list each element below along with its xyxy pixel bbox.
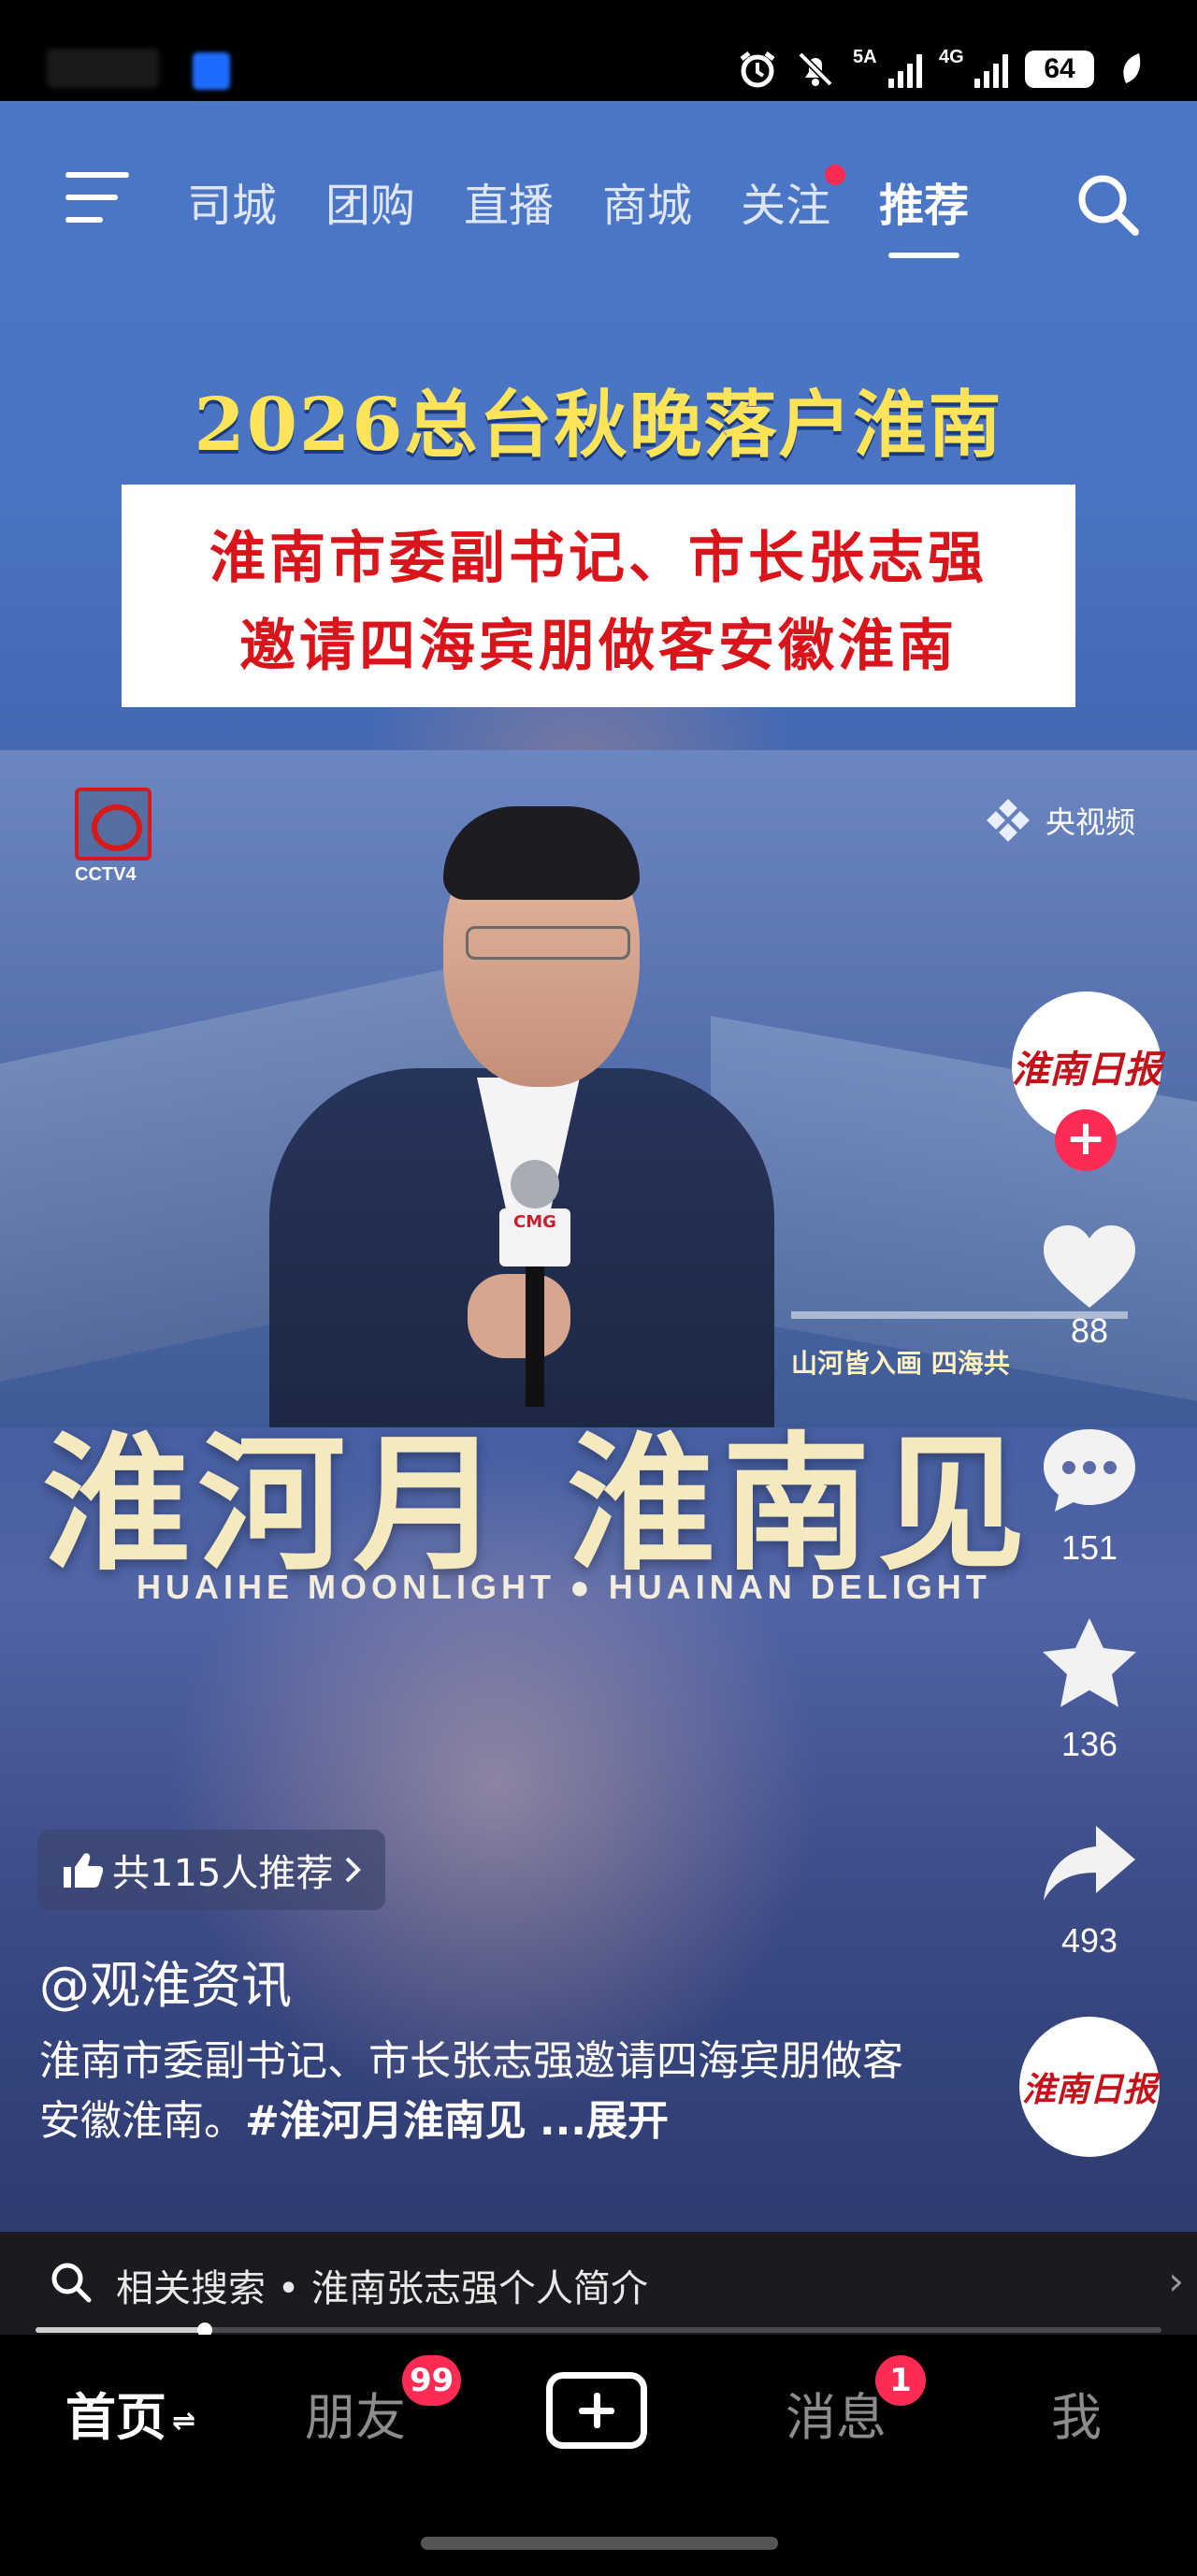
swap-icon: ⇌ [172, 2404, 196, 2438]
microphone: CMG [499, 1160, 570, 1412]
headline-box-line2: 邀请四海宾朋做客安徽淮南 [239, 614, 958, 679]
signal-5a-icon: 5A [853, 47, 922, 88]
video-headline: 2026总台秋晚落户淮南 [194, 383, 1003, 468]
yangshipin-watermark: 央视频 [987, 799, 1135, 842]
music-disc-avatar[interactable]: 淮南日报 [1019, 2017, 1160, 2157]
related-search-text: 相关搜索 • 淮南张志强个人简介 [116, 2267, 649, 2310]
top-nav: 司城 团购 直播 商城 关注 推荐 [0, 150, 1197, 258]
follow-button[interactable]: + [1055, 1109, 1117, 1171]
tab-shangcheng[interactable]: 商城 [602, 168, 692, 234]
like-button[interactable]: 88 [1029, 1222, 1150, 1351]
lower-third-caption: 山河皆入画 四海共 [791, 1348, 1010, 1379]
expand-link[interactable]: ...展开 [540, 2097, 669, 2145]
network-label-5a: 5A [853, 47, 877, 67]
status-icons: 5A 4G 64 [737, 41, 1152, 97]
nav-messages[interactable]: 消息 [786, 2376, 887, 2450]
network-label-4g: 4G [939, 47, 964, 67]
nav-me[interactable]: 我 [1051, 2376, 1102, 2450]
tab-guanzhu[interactable]: 关注 [741, 165, 846, 234]
alarm-icon [737, 49, 778, 90]
notification-dot [825, 165, 846, 185]
tab-tuijian[interactable]: 推荐 [879, 168, 969, 258]
thumbs-up-icon [64, 1853, 103, 1888]
video-progress-bar[interactable] [36, 2323, 1161, 2337]
slogan-english: HUAIHE MOONLIGHT ● HUAINAN DELIGHT [137, 1568, 991, 1606]
top-tabs: 司城 团购 直播 商城 关注 推荐 [187, 165, 969, 258]
headline-box: 淮南市委副书记、市长张志强 邀请四海宾朋做客安徽淮南 [122, 485, 1075, 707]
heart-icon [1044, 1225, 1135, 1308]
cctv4-label: CCTV4 [75, 864, 137, 885]
star-icon [1043, 1618, 1136, 1707]
create-post-button[interactable] [546, 2372, 647, 2449]
search-icon[interactable] [1074, 170, 1143, 239]
chevron-right-icon: › [1168, 2258, 1184, 2304]
nav-me-label: 我 [1051, 2388, 1102, 2447]
share-button[interactable]: 493 [1029, 1820, 1150, 1961]
status-bar: 5A 4G 64 [0, 0, 1197, 101]
tab-zhibo[interactable]: 直播 [464, 168, 554, 234]
share-icon [1044, 1826, 1135, 1901]
battery-indicator: 64 [1025, 51, 1094, 88]
yangshipin-icon [987, 799, 1036, 842]
signal-4g-icon: 4G [939, 47, 1008, 88]
slogan-text: 淮河月 淮南见 [42, 1419, 1033, 1591]
mic-label: CMG [499, 1208, 570, 1266]
nav-friends[interactable]: 朋友 [305, 2376, 406, 2450]
leaf-icon [1111, 49, 1152, 90]
messages-badge: 1 [875, 2355, 926, 2406]
favorite-count: 136 [1060, 1725, 1118, 1763]
nav-home-label: 首页 [65, 2388, 166, 2447]
cctv4-logo: CCTV4 [75, 788, 151, 886]
headline-box-line1: 淮南市委副书记、市长张志强 [209, 526, 988, 591]
hashtag-link[interactable]: #淮河月淮南见 [245, 2097, 526, 2145]
nav-home[interactable]: 首页 ⇌ [65, 2376, 195, 2450]
app-notification-icon [193, 52, 230, 90]
author-name[interactable]: @观淮资讯 [39, 1944, 292, 2018]
comment-button[interactable]: 151 [1029, 1424, 1150, 1568]
avatar-logo-text: 淮南日报 [1012, 1048, 1161, 1092]
video-description[interactable]: 淮南市委副书记、市长张志强邀请四海宾朋做客安徽淮南。#淮河月淮南见 ...展开 [39, 2032, 918, 2151]
search-icon [51, 2263, 92, 2303]
related-search-bar[interactable]: 相关搜索 • 淮南张志强个人简介 › [0, 2232, 1197, 2335]
status-time-blurred [47, 49, 159, 88]
home-indicator[interactable] [421, 2537, 778, 2550]
mute-icon [795, 49, 836, 90]
nav-friends-label: 朋友 [305, 2388, 406, 2447]
favorite-button[interactable]: 136 [1029, 1614, 1150, 1764]
like-count: 88 [1070, 1311, 1109, 1350]
comment-icon [1044, 1429, 1135, 1512]
share-count: 493 [1060, 1921, 1118, 1960]
tab-tongcheng[interactable]: 司城 [187, 168, 277, 234]
friends-badge: 99 [402, 2355, 462, 2406]
recommend-pill[interactable]: 共115人推荐 [37, 1830, 386, 1910]
menu-icon[interactable] [65, 172, 131, 228]
chevron-right-icon [345, 1857, 362, 1883]
comment-count: 151 [1060, 1528, 1118, 1567]
tab-tuangou[interactable]: 团购 [325, 168, 415, 234]
recommend-text: 共115人推荐 [112, 1852, 334, 1895]
disc-logo-text: 淮南日报 [1021, 2070, 1157, 2109]
watermark-text: 央视频 [1045, 804, 1135, 840]
nav-messages-label: 消息 [786, 2388, 887, 2447]
